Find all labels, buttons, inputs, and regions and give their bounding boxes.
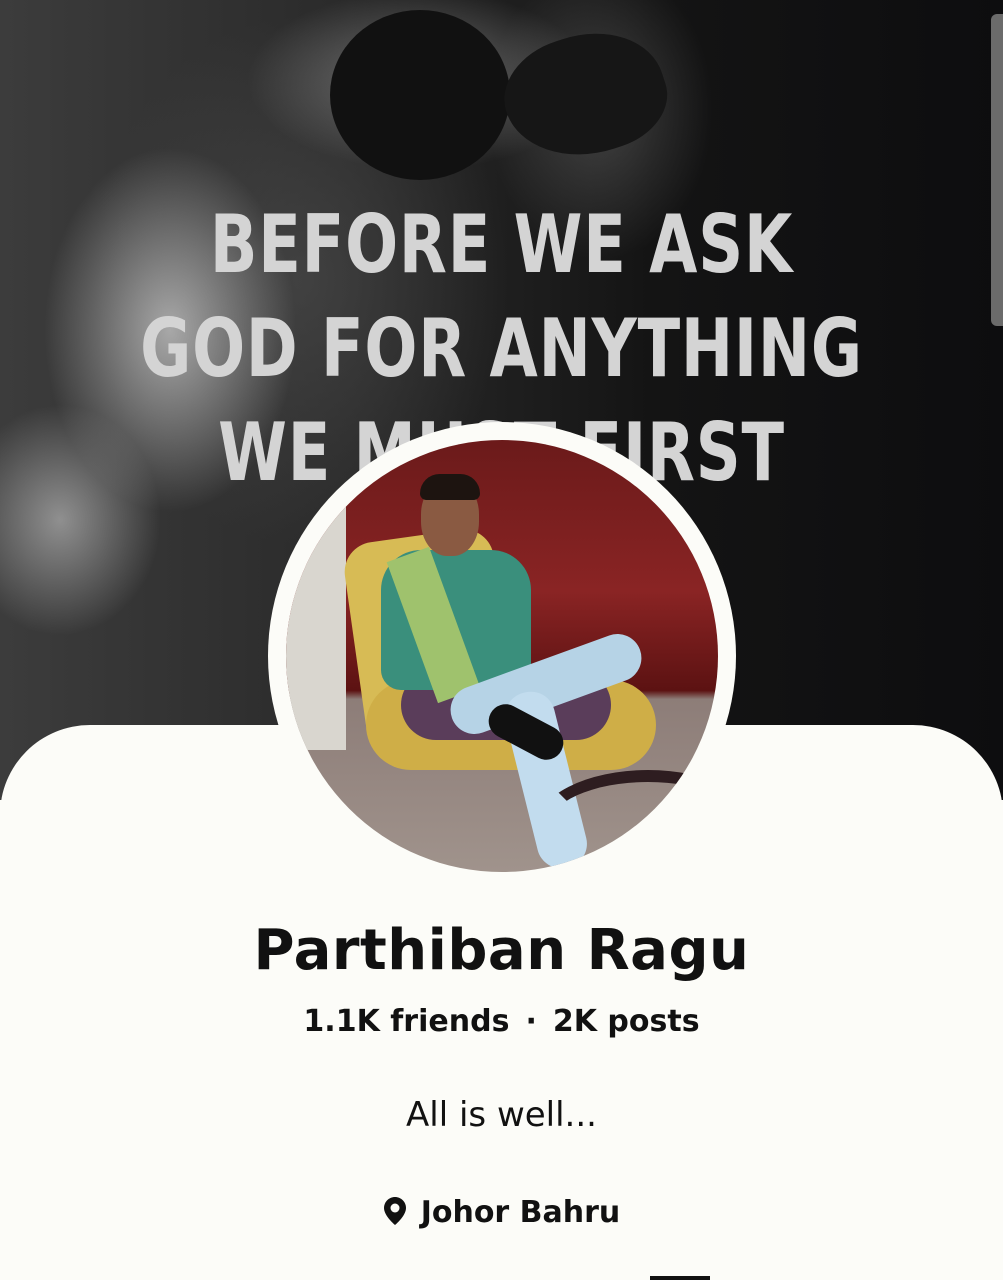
- cover-figure-head: [330, 10, 510, 180]
- profile-avatar[interactable]: [268, 422, 736, 890]
- scrollbar[interactable]: [991, 14, 1003, 326]
- profile-bio: All is well...: [406, 1095, 597, 1135]
- posts-count-link[interactable]: 2K posts: [553, 1004, 700, 1039]
- cover-figure-hand: [490, 13, 680, 177]
- friends-count-link[interactable]: 1.1K friends: [303, 1004, 509, 1039]
- profile-stats: 1.1K friends · 2K posts: [0, 1004, 1003, 1039]
- profile-photo: [286, 440, 718, 872]
- photo-person-hair: [420, 474, 480, 500]
- cover-quote-line: GOD FOR ANYTHING: [140, 302, 863, 395]
- location-text: Johor Bahru: [420, 1195, 621, 1230]
- bottom-tab-indicator: [650, 1276, 710, 1280]
- cover-quote-line: BEFORE WE ASK: [209, 198, 794, 291]
- photo-background-panel: [286, 500, 346, 750]
- location-pin-icon: [383, 1196, 407, 1226]
- stats-separator: ·: [525, 1004, 537, 1039]
- profile-location: Johor Bahru: [0, 1195, 1003, 1230]
- profile-name: Parthiban Ragu: [253, 918, 750, 983]
